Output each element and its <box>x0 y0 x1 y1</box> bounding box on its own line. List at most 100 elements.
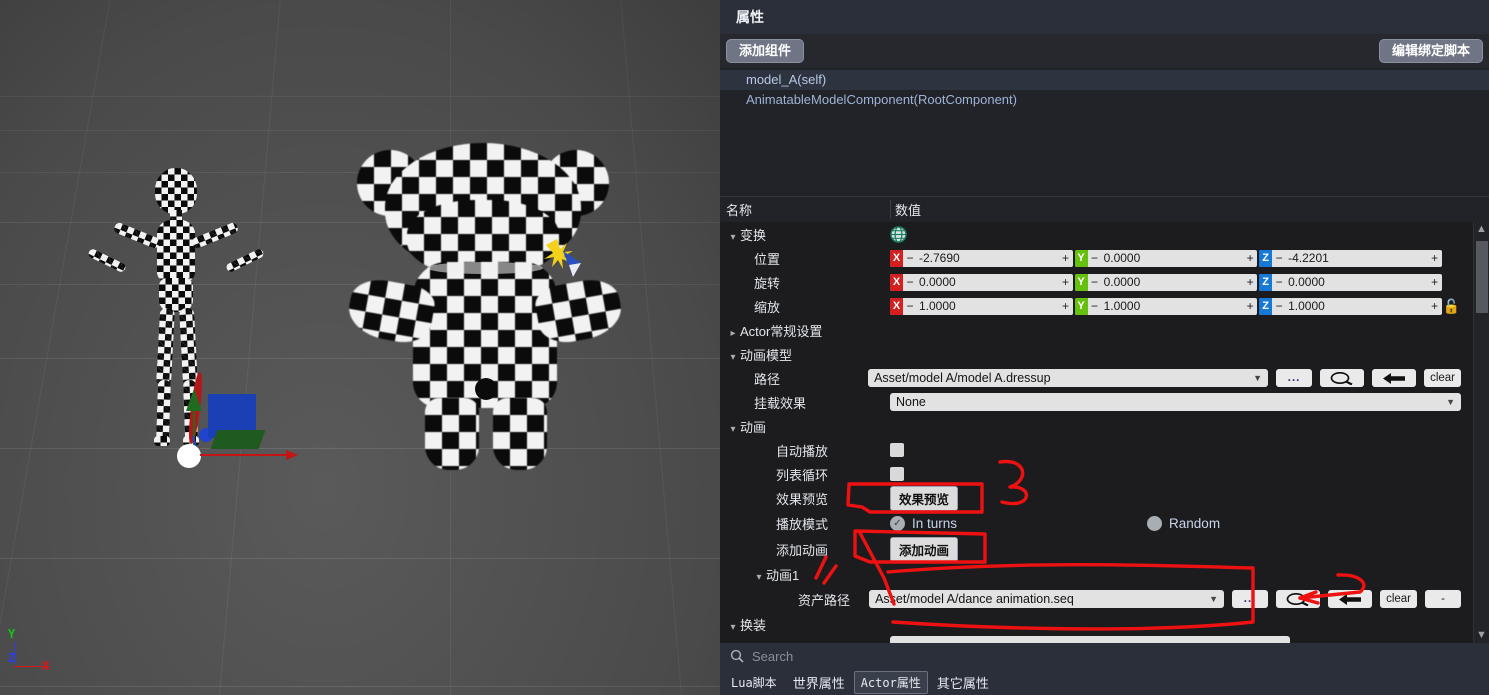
row-play-mode[interactable]: 播放模式 ✓ In turns Random <box>720 510 1489 536</box>
rotation-y-increment[interactable]: + <box>1243 274 1257 291</box>
radio-unselected-icon[interactable] <box>1147 515 1163 531</box>
row-list-loop[interactable]: 列表循环 <box>720 462 1489 486</box>
row-add-animation[interactable]: 添加动画 添加动画 <box>720 536 1489 562</box>
tab-world-properties[interactable]: 世界属性 <box>786 670 852 695</box>
search-placeholder[interactable]: Search <box>752 649 793 664</box>
position-x-value[interactable]: -2.7690 <box>917 250 1059 267</box>
scroll-up-arrow-icon[interactable]: ▲ <box>1476 222 1487 237</box>
asset-path-browse-button[interactable]: ... <box>1232 590 1269 608</box>
tab-actor-properties[interactable]: Actor属性 <box>853 670 928 694</box>
rotation-x-decrement[interactable]: − <box>903 274 917 291</box>
row-scale[interactable]: 缩放 X − 1.0000 + Y − 1.0000 + Z − 1.0000 … <box>720 294 1489 318</box>
model-path-combo[interactable]: Asset/model A/model A.dressup ▼ <box>868 369 1269 387</box>
scale-lock-icon[interactable]: 🔓 <box>1442 298 1461 315</box>
row-dressup-group[interactable]: ▾ 换装 <box>720 612 1489 636</box>
asset-path-combo[interactable]: Asset/model A/dance animation.seq ▼ <box>869 590 1225 608</box>
model-path-clear-button[interactable]: clear <box>1424 369 1461 387</box>
position-z-value[interactable]: -4.2201 <box>1286 250 1428 267</box>
rotation-x-value[interactable]: 0.0000 <box>917 274 1059 291</box>
tab-lua-script[interactable]: Lua脚本 <box>724 671 784 694</box>
scale-x-increment[interactable]: + <box>1059 298 1073 315</box>
scale-y-decrement[interactable]: − <box>1088 298 1102 315</box>
rotation-z-decrement[interactable]: − <box>1272 274 1286 291</box>
position-y-field[interactable]: Y − 0.0000 + <box>1074 249 1258 267</box>
tab-other-properties[interactable]: 其它属性 <box>930 670 996 695</box>
bear-character[interactable] <box>344 140 626 480</box>
rotation-z-increment[interactable]: + <box>1428 274 1442 291</box>
scale-z-value[interactable]: 1.0000 <box>1286 298 1428 315</box>
scale-z-decrement[interactable]: − <box>1272 298 1286 315</box>
asset-path-clear-button[interactable]: clear <box>1380 590 1417 608</box>
asset-path-locate-button[interactable] <box>1328 590 1373 608</box>
rotation-y-value[interactable]: 0.0000 <box>1102 274 1244 291</box>
viewport-3d[interactable]: Y Z X <box>0 0 720 695</box>
chevron-down-icon[interactable]: ▾ <box>726 352 740 363</box>
row-autoplay[interactable]: 自动播放 <box>720 438 1489 462</box>
properties-scrollbar[interactable]: ▲ ▼ <box>1473 222 1489 643</box>
component-item-animatable-model[interactable]: AnimatableModelComponent(RootComponent) <box>720 90 1489 110</box>
row-animation-1[interactable]: ▾ 动画1 <box>720 562 1489 586</box>
rotation-y-decrement[interactable]: − <box>1088 274 1102 291</box>
row-transform-group[interactable]: ▾ 变换 <box>720 222 1489 246</box>
row-rotation[interactable]: 旋转 X − 0.0000 + Y − 0.0000 + Z − 0.0000 … <box>720 270 1489 294</box>
add-component-button[interactable]: 添加组件 <box>726 38 805 64</box>
scrollbar-track[interactable] <box>1474 237 1489 628</box>
position-y-decrement[interactable]: − <box>1088 250 1102 267</box>
row-anim-model-group[interactable]: ▾ 动画模型 <box>720 342 1489 366</box>
position-x-increment[interactable]: + <box>1059 250 1073 267</box>
edit-bound-script-button[interactable]: 编辑绑定脚本 <box>1378 38 1483 64</box>
position-y-increment[interactable]: + <box>1243 250 1257 267</box>
scale-x-field[interactable]: X − 1.0000 + <box>890 297 1073 315</box>
scale-z-increment[interactable]: + <box>1428 298 1442 315</box>
play-mode-random-option[interactable]: Random <box>1147 515 1220 531</box>
chevron-down-icon[interactable]: ▼ <box>1209 594 1218 604</box>
row-model-path[interactable]: 路径 Asset/model A/model A.dressup ▼ ... c… <box>720 366 1489 390</box>
scale-z-field[interactable]: Z − 1.0000 + <box>1259 297 1442 315</box>
row-position[interactable]: 位置 X − -2.7690 + Y − 0.0000 + Z − -4.220… <box>720 246 1489 270</box>
row-attach-effect[interactable]: 挂载效果 None ▼ <box>720 390 1489 414</box>
scale-y-field[interactable]: Y − 1.0000 + <box>1074 297 1258 315</box>
chevron-right-icon[interactable]: ▸ <box>726 328 740 339</box>
play-mode-in-turns-option[interactable]: ✓ In turns <box>890 515 957 531</box>
chevron-down-icon[interactable]: ▼ <box>1253 373 1262 383</box>
radio-selected-icon[interactable]: ✓ <box>890 515 905 531</box>
position-z-increment[interactable]: + <box>1428 250 1442 267</box>
chevron-down-icon[interactable]: ▾ <box>726 424 740 435</box>
position-z-decrement[interactable]: − <box>1272 250 1286 267</box>
position-z-field[interactable]: Z − -4.2201 + <box>1259 249 1442 267</box>
scrollbar-thumb[interactable] <box>1476 241 1488 313</box>
autoplay-checkbox[interactable] <box>890 443 904 457</box>
effect-preview-button[interactable]: 效果预览 <box>890 485 959 511</box>
gizmo-plane-xy[interactable] <box>210 430 266 449</box>
rotation-x-increment[interactable]: + <box>1059 274 1073 291</box>
add-animation-button[interactable]: 添加动画 <box>890 536 959 562</box>
effect-gizmo-icon[interactable] <box>543 233 583 279</box>
asset-path-search-button[interactable] <box>1276 590 1321 608</box>
scale-x-decrement[interactable]: − <box>903 298 917 315</box>
rotation-x-field[interactable]: X − 0.0000 + <box>890 273 1073 291</box>
list-loop-checkbox[interactable] <box>890 467 904 481</box>
scroll-down-arrow-icon[interactable]: ▼ <box>1476 628 1487 643</box>
globe-icon[interactable] <box>890 225 907 243</box>
asset-path-remove-button[interactable]: - <box>1425 590 1461 608</box>
scale-y-value[interactable]: 1.0000 <box>1102 298 1244 315</box>
scale-y-increment[interactable]: + <box>1243 298 1257 315</box>
chevron-down-icon[interactable]: ▼ <box>1446 397 1455 407</box>
gizmo-center-handle[interactable] <box>177 444 201 468</box>
model-path-browse-button[interactable]: ... <box>1276 369 1313 387</box>
position-y-value[interactable]: 0.0000 <box>1102 250 1244 267</box>
attach-effect-combo[interactable]: None ▼ <box>890 393 1461 411</box>
position-x-decrement[interactable]: − <box>903 250 917 267</box>
scale-x-value[interactable]: 1.0000 <box>917 298 1059 315</box>
row-asset-path[interactable]: 资产路径 Asset/model A/dance animation.seq ▼… <box>720 586 1489 612</box>
chevron-down-icon[interactable]: ▾ <box>726 232 740 243</box>
row-effect-preview[interactable]: 效果预览 效果预览 <box>720 485 1489 511</box>
row-animation-group[interactable]: ▾ 动画 <box>720 414 1489 438</box>
position-x-field[interactable]: X − -2.7690 + <box>890 249 1073 267</box>
row-actor-general-settings[interactable]: ▸ Actor常规设置 <box>720 318 1489 342</box>
rotation-z-field[interactable]: Z − 0.0000 + <box>1259 273 1442 291</box>
chevron-down-icon[interactable]: ▾ <box>726 622 740 633</box>
rotation-y-field[interactable]: Y − 0.0000 + <box>1074 273 1258 291</box>
model-path-locate-button[interactable] <box>1372 369 1417 387</box>
search-bar[interactable]: Search <box>720 643 1489 669</box>
